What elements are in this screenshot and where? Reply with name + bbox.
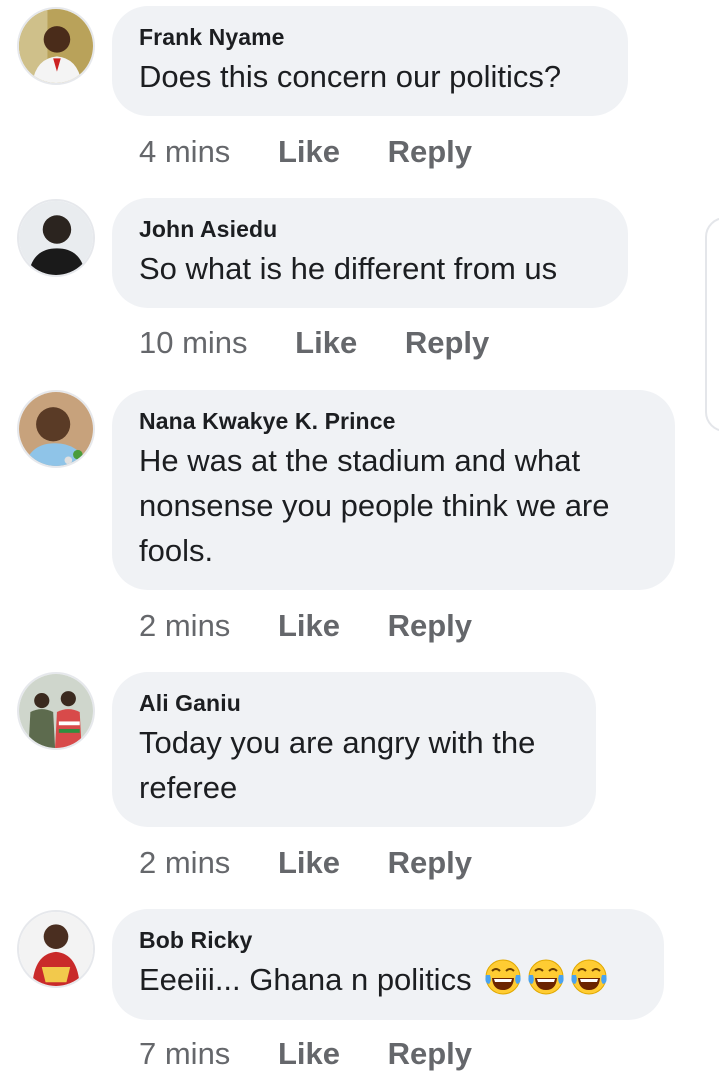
comment-item: John Asiedu So what is he different from… (0, 190, 719, 380)
comment-time[interactable]: 10 mins (139, 323, 248, 363)
comment-actions: 2 mins Like Reply (139, 843, 472, 883)
comment-text: Eeeiii... Ghana n politics (139, 957, 638, 1002)
comment-text: Today you are angry with the referee (139, 725, 536, 805)
profile-photo-icon (19, 674, 93, 748)
comment-time[interactable]: 7 mins (139, 1034, 230, 1074)
avatar[interactable] (17, 672, 95, 750)
comment-text: So what is he different from us (139, 251, 558, 286)
like-button[interactable]: Like (278, 1034, 340, 1074)
comment-actions: 10 mins Like Reply (139, 323, 489, 363)
reply-button[interactable]: Reply (388, 1034, 472, 1074)
profile-photo-icon (19, 912, 93, 986)
comment-text: He was at the stadium and what nonsense … (139, 443, 610, 568)
comment-author[interactable]: Nana Kwakye K. Prince (139, 406, 649, 436)
avatar[interactable] (17, 910, 95, 988)
comment-item: Bob Ricky Eeeiii... Ghana n politics 7 m… (0, 902, 719, 1085)
reply-button[interactable]: Reply (405, 323, 489, 363)
comment-text: Does this concern our politics? (139, 59, 562, 94)
avatar[interactable] (17, 390, 95, 468)
comment-author[interactable]: Ali Ganiu (139, 688, 570, 718)
face-with-tears-of-joy-icon (569, 957, 609, 997)
avatar[interactable] (17, 199, 95, 277)
comment-text-body: Eeeiii... Ghana n politics (139, 962, 472, 997)
avatar[interactable] (17, 7, 95, 85)
comment-actions: 7 mins Like Reply (139, 1034, 472, 1074)
reply-button[interactable]: Reply (388, 132, 472, 172)
face-with-tears-of-joy-icon (526, 957, 566, 997)
comment-bubble: Nana Kwakye K. Prince He was at the stad… (112, 390, 675, 590)
face-with-tears-of-joy-icon (483, 957, 523, 997)
comment-item: Ali Ganiu Today you are angry with the r… (0, 662, 719, 902)
comment-time[interactable]: 4 mins (139, 132, 230, 172)
side-panel-handle[interactable] (705, 217, 719, 432)
reply-button[interactable]: Reply (388, 606, 472, 646)
comment-author[interactable]: John Asiedu (139, 214, 602, 244)
comment-time[interactable]: 2 mins (139, 606, 230, 646)
like-button[interactable]: Like (278, 132, 340, 172)
comment-bubble: Ali Ganiu Today you are angry with the r… (112, 672, 596, 827)
comment-bubble: Frank Nyame Does this concern our politi… (112, 6, 628, 116)
comment-author[interactable]: Bob Ricky (139, 925, 638, 955)
comment-actions: 2 mins Like Reply (139, 606, 472, 646)
comment-item: Frank Nyame Does this concern our politi… (0, 0, 719, 190)
like-button[interactable]: Like (278, 843, 340, 883)
comment-time[interactable]: 2 mins (139, 843, 230, 883)
profile-photo-icon (19, 392, 93, 466)
comment-bubble: Bob Ricky Eeeiii... Ghana n politics (112, 909, 664, 1020)
reply-button[interactable]: Reply (388, 843, 472, 883)
comment-author[interactable]: Frank Nyame (139, 22, 602, 52)
like-button[interactable]: Like (278, 606, 340, 646)
like-button[interactable]: Like (295, 323, 357, 363)
comment-bubble: John Asiedu So what is he different from… (112, 198, 628, 308)
comment-actions: 4 mins Like Reply (139, 132, 472, 172)
profile-photo-icon (19, 201, 93, 275)
profile-photo-icon (19, 9, 93, 83)
comments-list: Frank Nyame Does this concern our politi… (0, 0, 719, 1085)
comment-item: Nana Kwakye K. Prince He was at the stad… (0, 380, 719, 662)
